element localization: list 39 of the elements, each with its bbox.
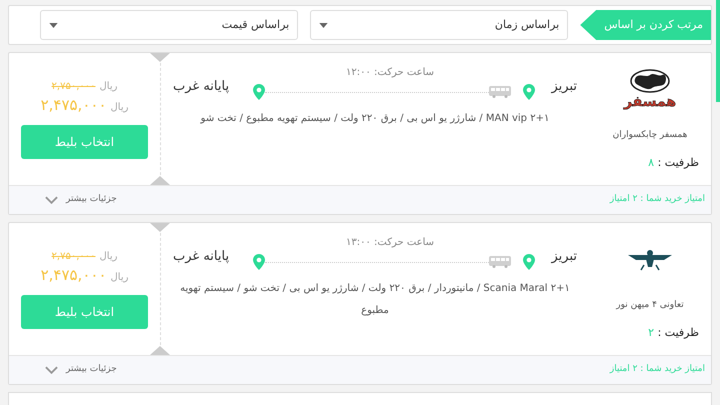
ticket-notch <box>150 223 170 232</box>
pin-icon <box>253 254 266 270</box>
pin-icon <box>523 84 536 100</box>
more-details-link[interactable]: جزئیات بیشتر <box>45 363 117 377</box>
purchase-score: امتیاز خرید شما : ۲ امتیاز <box>610 193 705 206</box>
company-logo: همسفر <box>624 63 676 115</box>
currency-label: ریال <box>110 271 128 285</box>
more-details-link[interactable]: جزئیات بیشتر <box>45 193 117 207</box>
old-price: ۲,۷۵۰,۰۰۰ <box>52 250 96 264</box>
capacity-text: ظرفیت : ۲ <box>648 324 700 341</box>
features-text: MAN vip ۲+۱ / شارژر یو اس بی / برق ۲۲۰ ولت / سیستم تهویه مطبوع / تخت شو <box>200 112 550 126</box>
origin-city: تبریز <box>550 248 577 266</box>
features-text: Scania Maral ۲+۱ / مانیتوردار / برق ۲۲۰ ولت / شارژر یو اس بی / تخت شو / سیستم تهویه مطبوع <box>179 282 571 318</box>
currency-label: ریال <box>110 101 128 115</box>
chevron-icon <box>45 196 58 204</box>
scrollbar-thumb[interactable] <box>716 0 720 102</box>
currency-label: ریال <box>100 80 118 94</box>
purchase-score: امتیاز خرید شما : ۲ امتیاز <box>610 363 705 376</box>
caret-icon <box>319 22 328 28</box>
departure-time: ساعت حرکت: ۱۲:۰۰ <box>344 66 434 80</box>
destination-city: پایانه غرب <box>173 78 230 96</box>
currency-label: ریال <box>100 250 118 264</box>
chevron-icon <box>45 366 58 374</box>
sort-dropdown[interactable]: براساس قیمت <box>40 10 298 40</box>
price: ۲,۴۷۵,۰۰۰ <box>40 265 106 286</box>
price: ۲,۴۷۵,۰۰۰ <box>40 95 106 116</box>
company-name: همسفر چابکسواران <box>612 129 688 142</box>
ticket-notch <box>150 53 170 62</box>
capacity-text: ظرفیت : ۸ <box>648 154 700 171</box>
company-name: تعاونی ۴ میهن نور <box>616 299 684 312</box>
caret-icon <box>49 22 58 28</box>
origin-city: تبریز <box>550 78 577 96</box>
sort-dropdown[interactable]: براساس زمان <box>310 10 568 40</box>
sort-label: مرتب کردن بر اساس <box>580 10 711 40</box>
old-price: ۲,۷۵۰,۰۰۰ <box>52 80 96 94</box>
pin-icon <box>523 254 536 270</box>
pin-icon <box>253 84 266 100</box>
departure-time: ساعت حرکت: ۱۳:۰۰ <box>344 236 434 250</box>
destination-city: پایانه غرب <box>173 248 230 266</box>
